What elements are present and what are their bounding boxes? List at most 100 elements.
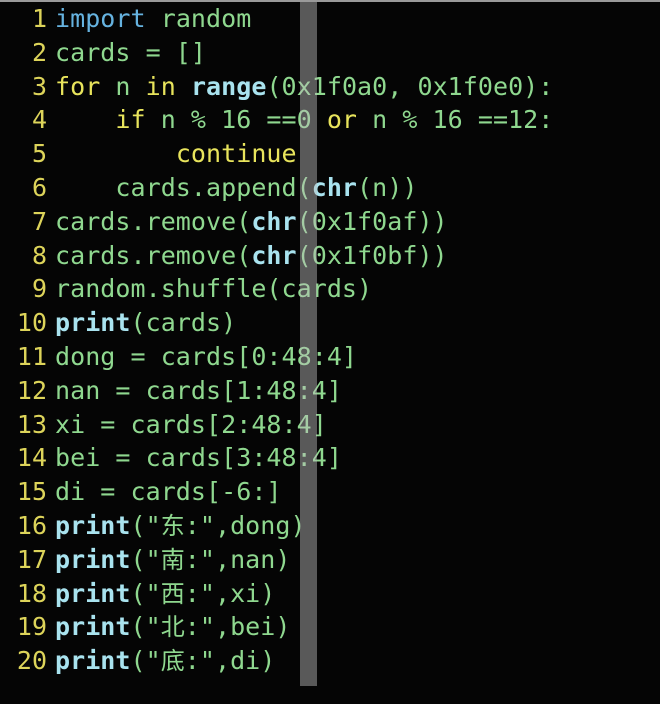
code-token: :",di) xyxy=(184,646,276,676)
code-token: random xyxy=(160,4,252,33)
code-token: if xyxy=(115,105,146,135)
code-token: random.shuffle(cards) xyxy=(55,274,373,304)
code-token: :",xi) xyxy=(184,578,276,608)
code-token: :",dong) xyxy=(184,510,306,540)
code-line[interactable]: 7 cards.remove(chr(0x1f0af)) xyxy=(0,205,660,239)
line-number: 14 xyxy=(16,443,47,473)
code-line[interactable]: 2 cards = [] xyxy=(0,36,660,70)
code-token: cards.remove( xyxy=(55,240,252,270)
code-token: print xyxy=(55,308,131,338)
code-token: 西 xyxy=(160,579,185,608)
code-token: (0x1f0a0, 0x1f0e0): xyxy=(266,71,554,101)
line-number: 6 xyxy=(31,172,47,202)
line-code[interactable]: dong = cards[0:48:4] xyxy=(47,340,660,374)
code-token: n % 16 ==12: xyxy=(357,105,554,135)
code-token: xi = cards[2:48:4] xyxy=(55,409,327,439)
code-line[interactable]: 4 if n % 16 ==0 or n % 16 ==12: xyxy=(0,103,660,137)
line-code[interactable]: for n in range(0x1f0a0, 0x1f0e0): xyxy=(47,70,660,104)
line-number: 4 xyxy=(31,105,47,135)
line-number: 5 xyxy=(31,139,47,169)
line-code[interactable]: di = cards[-6:] xyxy=(47,475,660,509)
code-token: print xyxy=(55,544,131,574)
code-line[interactable]: 9 random.shuffle(cards) xyxy=(0,272,660,306)
line-code[interactable]: cards.remove(chr(0x1f0bf)) xyxy=(47,239,660,273)
code-token: print xyxy=(55,578,131,608)
line-number: 16 xyxy=(16,510,47,540)
code-token: 东 xyxy=(160,511,185,540)
code-line[interactable]: 10 print(cards) xyxy=(0,306,660,340)
code-token: print xyxy=(55,646,131,676)
code-line[interactable]: 19 print("北:",bei) xyxy=(0,610,660,644)
code-token: 底 xyxy=(160,647,185,676)
code-token: (" xyxy=(130,646,161,676)
code-token: (cards) xyxy=(130,308,237,338)
code-line[interactable]: 3 for n in range(0x1f0a0, 0x1f0e0): xyxy=(0,70,660,104)
line-number: 13 xyxy=(16,409,47,439)
code-line[interactable]: 17 print("南:",nan) xyxy=(0,543,660,577)
line-number: 19 xyxy=(16,612,47,642)
code-line[interactable]: 1 import random xyxy=(0,2,660,36)
code-token: nan = cards[1:48:4] xyxy=(55,375,342,405)
code-token: cards.remove( xyxy=(55,206,252,236)
code-line[interactable]: 13 xi = cards[2:48:4] xyxy=(0,408,660,442)
code-line[interactable]: 20 print("底:",di) xyxy=(0,644,660,678)
line-number: 20 xyxy=(16,646,47,676)
code-token: di = cards[-6:] xyxy=(55,477,282,507)
line-number: 10 xyxy=(16,308,47,338)
code-token: range xyxy=(190,71,267,101)
line-number: 15 xyxy=(16,477,47,507)
line-code[interactable]: nan = cards[1:48:4] xyxy=(47,374,660,408)
code-line[interactable]: 18 print("西:",xi) xyxy=(0,577,660,611)
code-token: 北 xyxy=(160,613,185,642)
code-token: 南 xyxy=(160,545,185,574)
line-code[interactable]: xi = cards[2:48:4] xyxy=(47,408,660,442)
code-token: chr xyxy=(251,206,297,236)
line-code[interactable]: print("南:",nan) xyxy=(47,543,660,578)
code-line[interactable]: 16 print("东:",dong) xyxy=(0,509,660,543)
code-token: in xyxy=(145,71,176,101)
code-token: (" xyxy=(130,510,161,540)
line-number: 18 xyxy=(16,578,47,608)
line-code[interactable]: print("东:",dong) xyxy=(47,509,660,544)
code-token: or xyxy=(326,105,358,135)
code-token: bei = cards[3:48:4] xyxy=(55,443,342,473)
code-surface[interactable]: 1 import random 2 cards = [] 3 for n in range… xyxy=(0,2,660,704)
code-token: :",nan) xyxy=(184,544,291,574)
code-token: (" xyxy=(130,578,161,608)
line-code[interactable]: cards = [] xyxy=(47,36,660,70)
code-line[interactable]: 8 cards.remove(chr(0x1f0bf)) xyxy=(0,239,660,273)
line-code[interactable]: import random xyxy=(47,2,660,36)
code-token: (n)) xyxy=(357,172,418,202)
line-number: 7 xyxy=(31,206,47,236)
code-line[interactable]: 14 bei = cards[3:48:4] xyxy=(0,441,660,475)
code-editor-window[interactable]: 1 import random 2 cards = [] 3 for n in range… xyxy=(0,0,660,704)
code-token: (" xyxy=(130,544,161,574)
line-code[interactable]: print("北:",bei) xyxy=(47,610,660,645)
code-token: n xyxy=(100,71,146,101)
line-code[interactable]: print(cards) xyxy=(47,306,660,340)
line-number: 3 xyxy=(31,71,47,101)
code-line[interactable]: 15 di = cards[-6:] xyxy=(0,475,660,509)
code-token: :",bei) xyxy=(184,612,291,642)
line-code[interactable]: continue xyxy=(47,137,660,171)
line-number: 1 xyxy=(31,4,47,33)
line-code[interactable]: random.shuffle(cards) xyxy=(47,272,660,306)
code-line[interactable]: 11 dong = cards[0:48:4] xyxy=(0,340,660,374)
code-token: for xyxy=(55,71,101,101)
code-token: (" xyxy=(130,612,161,642)
line-number: 2 xyxy=(31,37,47,67)
code-line[interactable]: 5 continue xyxy=(0,137,660,171)
line-code[interactable]: print("底:",di) xyxy=(47,644,660,679)
line-number: 8 xyxy=(31,240,47,270)
line-code[interactable]: if n % 16 ==0 or n % 16 ==12: xyxy=(47,103,660,137)
line-code[interactable]: cards.remove(chr(0x1f0af)) xyxy=(47,205,660,239)
line-code[interactable]: print("西:",xi) xyxy=(47,577,660,612)
line-code[interactable]: cards.append(chr(n)) xyxy=(47,171,660,205)
code-token: print xyxy=(55,510,131,540)
line-code[interactable]: bei = cards[3:48:4] xyxy=(47,441,660,475)
code-token: n % 16 ==0 xyxy=(145,105,327,135)
code-line[interactable]: 6 cards.append(chr(n)) xyxy=(0,171,660,205)
code-line[interactable]: 12 nan = cards[1:48:4] xyxy=(0,374,660,408)
